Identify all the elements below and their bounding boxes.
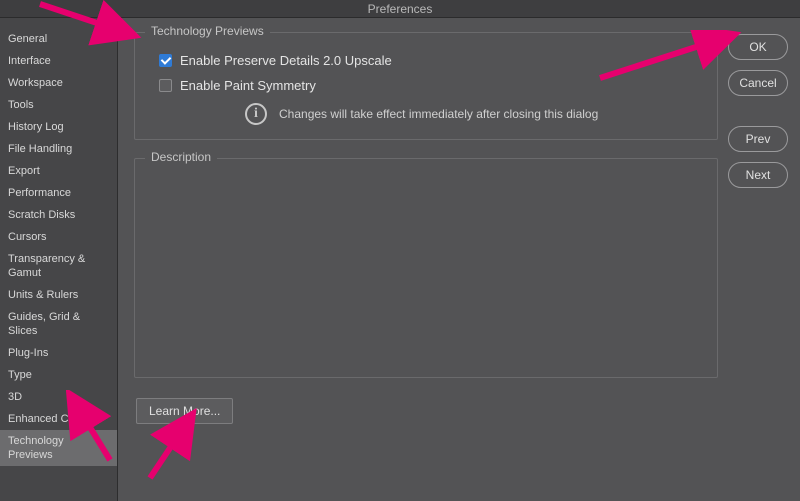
sidebar-item[interactable]: Cursors — [0, 226, 117, 248]
sidebar-item-label: General — [8, 33, 47, 45]
sidebar-item-label: History Log — [8, 121, 64, 133]
sidebar-item-label: Guides, Grid & Slices — [8, 311, 80, 337]
sidebar-item-label: Scratch Disks — [8, 209, 75, 221]
sidebar-item[interactable]: Performance — [0, 182, 117, 204]
sidebar-item-label: Export — [8, 165, 40, 177]
ok-label: OK — [749, 40, 766, 54]
info-text: Changes will take effect immediately aft… — [279, 107, 598, 121]
prev-button[interactable]: Prev — [728, 126, 788, 152]
group-title: Technology Previews — [145, 24, 270, 38]
prev-label: Prev — [746, 132, 771, 146]
sidebar-item-label: Transparency & Gamut — [8, 253, 85, 279]
window-titlebar: Preferences — [0, 0, 800, 18]
ok-button[interactable]: OK — [728, 34, 788, 60]
sidebar-item-label: Plug-Ins — [8, 347, 48, 359]
info-icon: i — [245, 103, 267, 125]
sidebar-item-label: Cursors — [8, 231, 47, 243]
option-label: Enable Preserve Details 2.0 Upscale — [180, 53, 392, 68]
sidebar-item-label: File Handling — [8, 143, 72, 155]
option-paint-symmetry[interactable]: Enable Paint Symmetry — [159, 78, 703, 93]
sidebar-item[interactable]: 3D — [0, 386, 117, 408]
sidebar-item[interactable]: Transparency & Gamut — [0, 248, 117, 284]
description-title: Description — [145, 150, 217, 164]
option-label: Enable Paint Symmetry — [180, 78, 316, 93]
next-label: Next — [746, 168, 771, 182]
info-row: i Changes will take effect immediately a… — [245, 103, 703, 125]
sidebar: General Interface Workspace Tools History Lo… — [0, 18, 118, 501]
learn-more-button[interactable]: Learn More... — [136, 398, 233, 424]
sidebar-item-label: Interface — [8, 55, 51, 67]
learn-more-label: Learn More... — [149, 404, 220, 418]
sidebar-item-label: Enhanced Controls — [8, 413, 102, 425]
button-column: OK Cancel Prev Next — [728, 18, 800, 501]
window-title: Preferences — [368, 2, 433, 16]
sidebar-item-label: Workspace — [8, 77, 63, 89]
next-button[interactable]: Next — [728, 162, 788, 188]
cancel-label: Cancel — [739, 76, 776, 90]
main-panel: Technology Previews Enable Preserve Deta… — [118, 18, 728, 501]
sidebar-item-label: Performance — [8, 187, 71, 199]
sidebar-item[interactable]: Technology Previews — [0, 430, 117, 466]
sidebar-item[interactable]: File Handling — [0, 138, 117, 160]
cancel-button[interactable]: Cancel — [728, 70, 788, 96]
sidebar-item[interactable]: Enhanced Controls — [0, 408, 117, 430]
sidebar-item[interactable]: Export — [0, 160, 117, 182]
sidebar-item[interactable]: Units & Rulers — [0, 284, 117, 306]
sidebar-item-label: 3D — [8, 391, 22, 403]
tech-previews-group: Technology Previews Enable Preserve Deta… — [134, 32, 718, 140]
sidebar-item-label: Technology Previews — [8, 435, 64, 461]
sidebar-item[interactable]: Tools — [0, 94, 117, 116]
option-preserve-details[interactable]: Enable Preserve Details 2.0 Upscale — [159, 53, 703, 68]
sidebar-item[interactable]: Guides, Grid & Slices — [0, 306, 117, 342]
content: General Interface Workspace Tools History Lo… — [0, 18, 800, 501]
sidebar-item[interactable]: Plug-Ins — [0, 342, 117, 364]
sidebar-item[interactable]: History Log — [0, 116, 117, 138]
sidebar-item-label: Units & Rulers — [8, 289, 78, 301]
checkbox-icon[interactable] — [159, 54, 172, 67]
sidebar-item[interactable]: Type — [0, 364, 117, 386]
sidebar-item[interactable]: Scratch Disks — [0, 204, 117, 226]
sidebar-item[interactable]: General — [0, 28, 117, 50]
checkbox-icon[interactable] — [159, 79, 172, 92]
sidebar-item[interactable]: Workspace — [0, 72, 117, 94]
sidebar-item-label: Type — [8, 369, 32, 381]
sidebar-item[interactable]: Interface — [0, 50, 117, 72]
sidebar-item-label: Tools — [8, 99, 34, 111]
description-group: Description — [134, 158, 718, 378]
